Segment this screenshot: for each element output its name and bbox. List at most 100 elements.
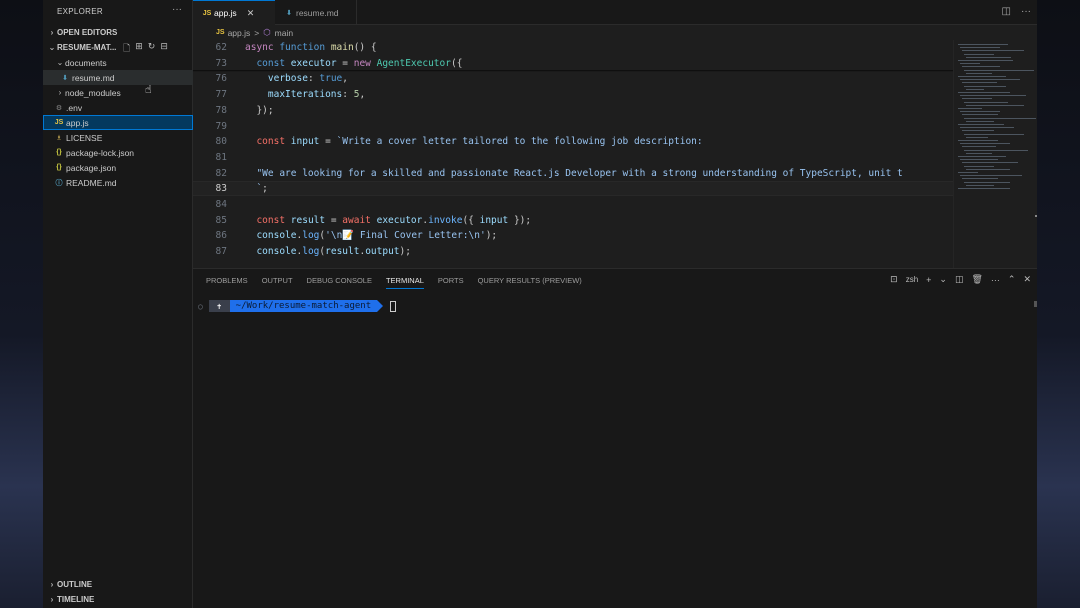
- explorer-more-icon[interactable]: ···: [172, 4, 182, 15]
- minimap-line: [960, 143, 1010, 145]
- line-number: 77: [215, 89, 227, 101]
- terminal-cursor: [390, 300, 397, 312]
- code-line[interactable]: 80 const input = `Write a cover letter t…: [193, 134, 953, 149]
- bottom-panel: PROBLEMS OUTPUT DEBUG CONSOLE TERMINAL P…: [193, 268, 1037, 608]
- terminal-scrollbar[interactable]: [1034, 301, 1037, 307]
- minimap-line: [962, 98, 992, 100]
- chevron-right-icon: ›: [58, 88, 62, 97]
- more-actions-icon[interactable]: ···: [1021, 6, 1031, 17]
- trash-icon[interactable]: 🗑: [971, 274, 982, 285]
- tab-ports[interactable]: PORTS: [438, 276, 464, 289]
- tree-item-readme-md[interactable]: ⓘ README.md: [43, 175, 193, 190]
- timeline-section[interactable]: › TIMELINE: [47, 592, 95, 606]
- minimap-line: [964, 69, 1034, 71]
- code-line[interactable]: 62 async function main() {: [193, 40, 953, 55]
- minimap-line: [966, 104, 1024, 106]
- line-number: 82: [215, 167, 227, 179]
- code-line[interactable]: 84: [193, 197, 953, 212]
- code-line[interactable]: 78 });: [193, 103, 953, 118]
- line-number: 78: [215, 104, 227, 116]
- minimap-line: [960, 79, 1020, 81]
- minimap-line: [958, 92, 1010, 93]
- code-line[interactable]: 87 console.log(result.output);: [193, 244, 953, 259]
- tab-terminal[interactable]: TERMINAL: [385, 276, 424, 289]
- code-text: "We are looking for a skilled and passio…: [245, 167, 903, 179]
- tree-item-documents[interactable]: ⌄ documents: [43, 55, 193, 70]
- tree-item-resume-md[interactable]: ⬇ resume.md: [43, 70, 193, 85]
- code-line[interactable]: 82 "We are looking for a skilled and pas…: [193, 166, 953, 181]
- minimap-line: [962, 50, 1024, 52]
- code-text: const input = `Write a cover letter tail…: [256, 136, 703, 148]
- tree-item-app-js[interactable]: JS app.js: [43, 115, 193, 130]
- split-terminal-icon[interactable]: ◫: [955, 274, 964, 285]
- chevron-right-icon: ›: [50, 579, 54, 589]
- minimap-line: [966, 88, 984, 90]
- code-line[interactable]: 76 verbose: true,: [193, 71, 953, 86]
- line-number: 86: [215, 230, 227, 242]
- close-icon[interactable]: ✕: [247, 8, 255, 19]
- minimap-line: [964, 149, 1028, 151]
- editor-tab-bar: JS app.js ✕ ⬇ resume.md ◫ ···: [193, 0, 1037, 25]
- more-actions-icon[interactable]: ···: [991, 275, 1000, 285]
- tab-problems[interactable]: PROBLEMS: [206, 276, 248, 289]
- project-section[interactable]: ⌄ RESUME-MAT...: [47, 40, 117, 54]
- tree-item-label: package.json: [66, 162, 117, 173]
- code-line[interactable]: 79: [193, 119, 953, 134]
- minimap-line: [966, 72, 992, 74]
- terminal-shell-label[interactable]: zsh: [906, 275, 918, 284]
- line-number: 84: [215, 199, 227, 210]
- minimap-line: [960, 159, 998, 161]
- minimap-line: [964, 181, 1010, 183]
- minimap-line: [964, 133, 1024, 135]
- split-editor-icon[interactable]: ◫: [1002, 6, 1011, 17]
- explorer-title: EXPLORER: [57, 7, 103, 16]
- desktop-background-right: [1037, 0, 1080, 608]
- tree-item-license[interactable]: ♗ LICENSE: [43, 130, 193, 145]
- code-line[interactable]: 81: [193, 150, 953, 165]
- scrollbar-marker[interactable]: [1035, 215, 1037, 217]
- close-icon[interactable]: ✕: [1023, 274, 1031, 285]
- minimap-line: [962, 162, 1018, 164]
- code-editor[interactable]: 62 async function main() {73 const execut…: [193, 40, 953, 268]
- js-file-icon: JS: [216, 29, 225, 36]
- minimap-line: [962, 114, 998, 116]
- project-label: RESUME-MAT...: [57, 42, 117, 52]
- breadcrumb: JS app.js > ⬡ main: [193, 25, 1037, 40]
- code-text: });: [245, 104, 274, 116]
- tab-label: app.js: [214, 8, 237, 18]
- line-number: 83: [215, 183, 227, 195]
- tab-app-js[interactable]: JS app.js ✕: [193, 0, 275, 25]
- tree-item-package-lock-json[interactable]: {} package-lock.json: [43, 145, 193, 160]
- tab-query-results[interactable]: QUERY RESULTS (PREVIEW): [478, 276, 582, 289]
- breadcrumb-file[interactable]: app.js: [228, 28, 251, 38]
- minimap-line: [958, 140, 998, 141]
- open-editors-section[interactable]: › OPEN EDITORS: [47, 25, 118, 39]
- tab-debug-console[interactable]: DEBUG CONSOLE: [307, 276, 372, 289]
- outline-section[interactable]: › OUTLINE: [47, 577, 92, 591]
- maximize-panel-icon[interactable]: ⌃: [1008, 274, 1016, 285]
- tab-output[interactable]: OUTPUT: [262, 276, 293, 289]
- tree-item-package-json[interactable]: {} package.json: [43, 160, 193, 175]
- minimap-line: [962, 130, 994, 132]
- minimap-line: [964, 165, 994, 167]
- tree-item-node-modules[interactable]: › node_modules: [43, 85, 193, 100]
- vscode-window: EXPLORER ··· › OPEN EDITORS ⌄ RESUME-MAT…: [43, 0, 1037, 608]
- new-terminal-icon[interactable]: +: [926, 275, 931, 285]
- code-line[interactable]: 73 const executor = new AgentExecutor({: [193, 56, 953, 71]
- tree-item-env[interactable]: ⚙ .env: [43, 100, 193, 115]
- terminal-prompt[interactable]: ○ ✝ ~/Work/resume-match-agent: [198, 299, 397, 313]
- minimap-line: [958, 60, 1013, 61]
- tab-resume-md[interactable]: ⬇ resume.md: [275, 0, 357, 25]
- minimap-line: [960, 175, 1022, 177]
- code-line[interactable]: 83 `;: [193, 181, 953, 197]
- prompt-path: ~/Work/resume-match-agent: [229, 300, 378, 312]
- breadcrumb-symbol[interactable]: main: [275, 28, 293, 38]
- chevron-down-icon[interactable]: ⌄: [939, 274, 947, 285]
- minimap-line: [966, 152, 992, 154]
- code-line[interactable]: 86 console.log('\n📝 Final Cover Letter:\…: [193, 228, 953, 243]
- minimap-line: [960, 63, 980, 65]
- minimap-line: [966, 120, 994, 122]
- minimap[interactable]: [953, 40, 1037, 268]
- code-line[interactable]: 85 const result = await executor.invoke(…: [193, 213, 953, 228]
- code-line[interactable]: 77 maxIterations: 5,: [193, 87, 953, 102]
